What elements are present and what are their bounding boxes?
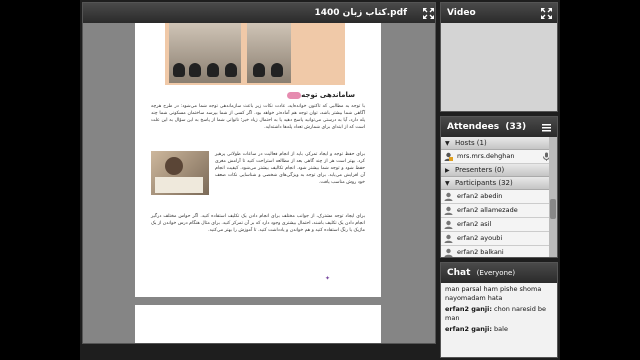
- video-pod-titlebar: Video: [441, 3, 557, 23]
- attendee-count: (33): [505, 122, 527, 132]
- chat-sender: erfan2 ganji:: [445, 325, 492, 333]
- video-area: [441, 23, 557, 111]
- expand-arrow-icon: ▶: [445, 167, 450, 174]
- host-user-icon: [444, 152, 453, 161]
- attendees-title: Attendees (33): [447, 122, 527, 132]
- chat-title: Chat (Everyone): [447, 268, 516, 278]
- document-viewer[interactable]: ساماندهی توجه با توجه به مطالبی که تاکنو…: [83, 23, 435, 343]
- attendee-row[interactable]: erfan2 asil: [441, 218, 557, 232]
- chat-message: erfan2 ganji: bale: [445, 325, 508, 333]
- fullscreen-icon[interactable]: [541, 8, 552, 19]
- participant-user-icon: [444, 234, 453, 243]
- chat-messages: man parsal ham pishe shoma nayomadam hat…: [441, 283, 557, 357]
- participant-user-icon: [444, 220, 453, 229]
- section-heading: ساماندهی توجه: [284, 91, 355, 99]
- chat-message: man parsal ham pishe shoma nayomadam hat…: [445, 285, 542, 302]
- collapse-arrow-icon: ▼: [445, 180, 450, 187]
- attendee-row[interactable]: erfan2 ayoubi: [441, 232, 557, 246]
- options-menu-icon[interactable]: [541, 122, 552, 133]
- boy-reading-image: [151, 151, 209, 195]
- publisher-logo-icon: ✦: [325, 275, 331, 282]
- video-pod-title: Video: [447, 8, 476, 18]
- share-pod: کتاب زبان 1400.pdf ساماندهی توجه با توجه…: [82, 2, 436, 344]
- participants-group-header[interactable]: ▼ Participants (32): [441, 177, 557, 190]
- chat-pod-titlebar: Chat (Everyone): [441, 263, 557, 283]
- participant-user-icon: [444, 248, 453, 257]
- attendees-pod-titlebar: Attendees (33): [441, 117, 557, 137]
- chat-scope: (Everyone): [476, 269, 516, 277]
- photo-left: [169, 23, 241, 83]
- participant-user-icon: [444, 192, 453, 201]
- heading-bullet-icon: [287, 91, 302, 99]
- share-pod-titlebar: کتاب زبان 1400.pdf: [83, 3, 435, 23]
- attendee-row[interactable]: erfan2 abedin: [441, 190, 557, 204]
- hosts-group-header[interactable]: ▼ Hosts (1): [441, 137, 557, 150]
- scrollbar-thumb[interactable]: [550, 199, 556, 219]
- page-top-image: [165, 23, 345, 85]
- page-paragraph-3: برای ایجاد توجه مشترک، از جوانب مختلف بر…: [151, 214, 365, 233]
- chat-message: erfan2 ganji: chon naresid be man: [445, 305, 547, 322]
- page-paragraph-2: برای حفظ توجه و ایجاد تمرکز، باید از انج…: [215, 152, 365, 185]
- fullscreen-icon[interactable]: [423, 8, 434, 19]
- page-paragraph-1: با توجه به مطالبی که تاکنون خوانده‌اید، …: [151, 104, 365, 130]
- attendees-pod: Attendees (33) ▼ Hosts (1) mrs.mrs.dehgha…: [440, 116, 558, 258]
- adobe-connect-room: کتاب زبان 1400.pdf ساماندهی توجه با توجه…: [80, 0, 560, 360]
- chat-sender: erfan2 ganji:: [445, 305, 492, 313]
- chat-pod: Chat (Everyone) man parsal ham pishe sho…: [440, 262, 558, 358]
- attendee-row-host[interactable]: mrs.mrs.dehghan: [441, 150, 557, 164]
- share-pod-title: کتاب زبان 1400.pdf: [314, 8, 407, 18]
- attendees-scrollbar[interactable]: [549, 137, 557, 257]
- attendee-row[interactable]: erfan2 allamezade: [441, 204, 557, 218]
- pdf-next-page: [135, 305, 381, 343]
- attendee-row[interactable]: erfan2 balkani: [441, 246, 557, 257]
- video-pod: Video: [440, 2, 558, 112]
- participant-user-icon: [444, 206, 453, 215]
- presenters-group-header[interactable]: ▶ Presenters (0): [441, 164, 557, 177]
- pdf-page: ساماندهی توجه با توجه به مطالبی که تاکنو…: [135, 23, 381, 297]
- collapse-arrow-icon: ▼: [445, 140, 450, 147]
- photo-right: [247, 23, 291, 83]
